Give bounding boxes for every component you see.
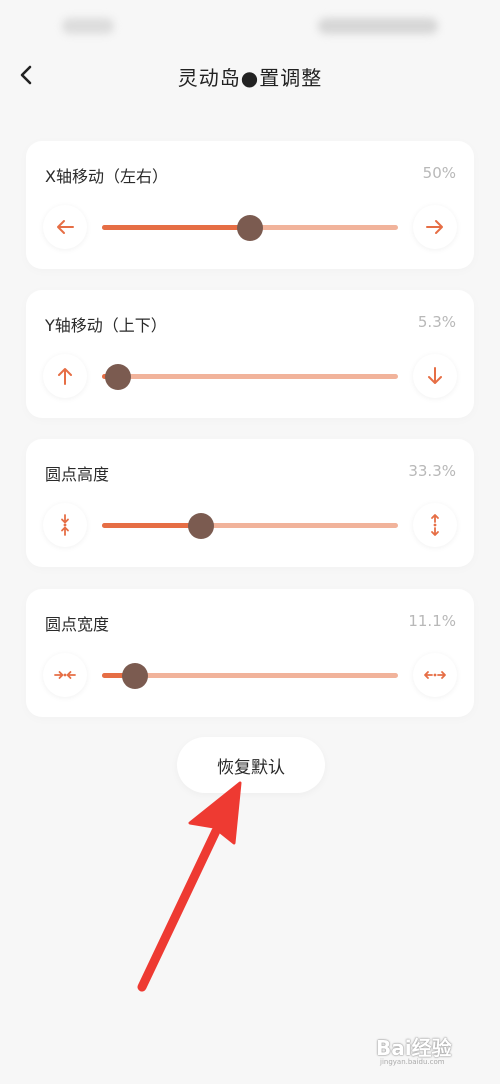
slider-label: 圆点高度 (45, 465, 110, 484)
slider-label: 圆点宽度 (45, 615, 110, 634)
decrease-width-button[interactable] (43, 653, 87, 697)
slider-card-dot-height: 圆点高度 33.3% (26, 439, 474, 567)
slider-thumb[interactable] (237, 214, 263, 241)
decrease-height-button[interactable] (43, 503, 87, 547)
slider-thumb[interactable] (187, 512, 214, 539)
dot-height-slider[interactable] (102, 512, 398, 539)
slider-value: 5.3% (417, 313, 456, 331)
move-left-button[interactable] (43, 205, 87, 249)
slider-thumb[interactable] (121, 662, 148, 689)
expand-horizontal-icon (424, 671, 446, 679)
slider-card-x-axis: X轴移动（左右） 50% (26, 141, 474, 269)
dot-width-slider[interactable] (102, 662, 398, 689)
shrink-horizontal-icon (54, 671, 76, 679)
slider-card-dot-width: 圆点宽度 11.1% (26, 589, 474, 717)
slider-fill (102, 523, 201, 528)
slider-label: X轴移动（左右） (45, 167, 168, 186)
increase-width-button[interactable] (413, 653, 457, 697)
slider-card-y-axis: Y轴移动（上下） 5.3% (26, 290, 474, 418)
shrink-vertical-icon (61, 514, 69, 536)
x-axis-slider[interactable] (102, 214, 398, 241)
watermark-text: Bai经验 (376, 1036, 452, 1060)
status-indicators-blurred (318, 18, 438, 34)
slider-value: 11.1% (408, 612, 456, 630)
arrow-down-icon (428, 367, 442, 384)
move-down-button[interactable] (413, 354, 457, 398)
slider-label: Y轴移动（上下） (45, 316, 167, 335)
annotation-arrow-icon (137, 781, 242, 992)
slider-value: 50% (422, 164, 456, 182)
increase-height-button[interactable] (413, 503, 457, 547)
status-bar (0, 0, 500, 50)
page-title: 灵动岛●置调整 (177, 66, 323, 90)
move-right-button[interactable] (413, 205, 457, 249)
slider-thumb[interactable] (104, 363, 131, 390)
watermark-url: jingyan.baidu.com (380, 1058, 445, 1066)
slider-value: 33.3% (408, 462, 456, 480)
watermark: Bai经验 jingyan.baidu.com (376, 1030, 488, 1070)
arrow-right-icon (426, 220, 443, 234)
top-bar: 灵动岛●置调整 (0, 50, 500, 100)
y-axis-slider[interactable] (102, 363, 398, 390)
arrow-left-icon (57, 220, 74, 234)
status-time-blurred (62, 18, 114, 34)
arrow-up-icon (58, 368, 72, 385)
move-up-button[interactable] (43, 354, 87, 398)
slider-fill (102, 225, 250, 230)
expand-vertical-icon (431, 514, 439, 536)
